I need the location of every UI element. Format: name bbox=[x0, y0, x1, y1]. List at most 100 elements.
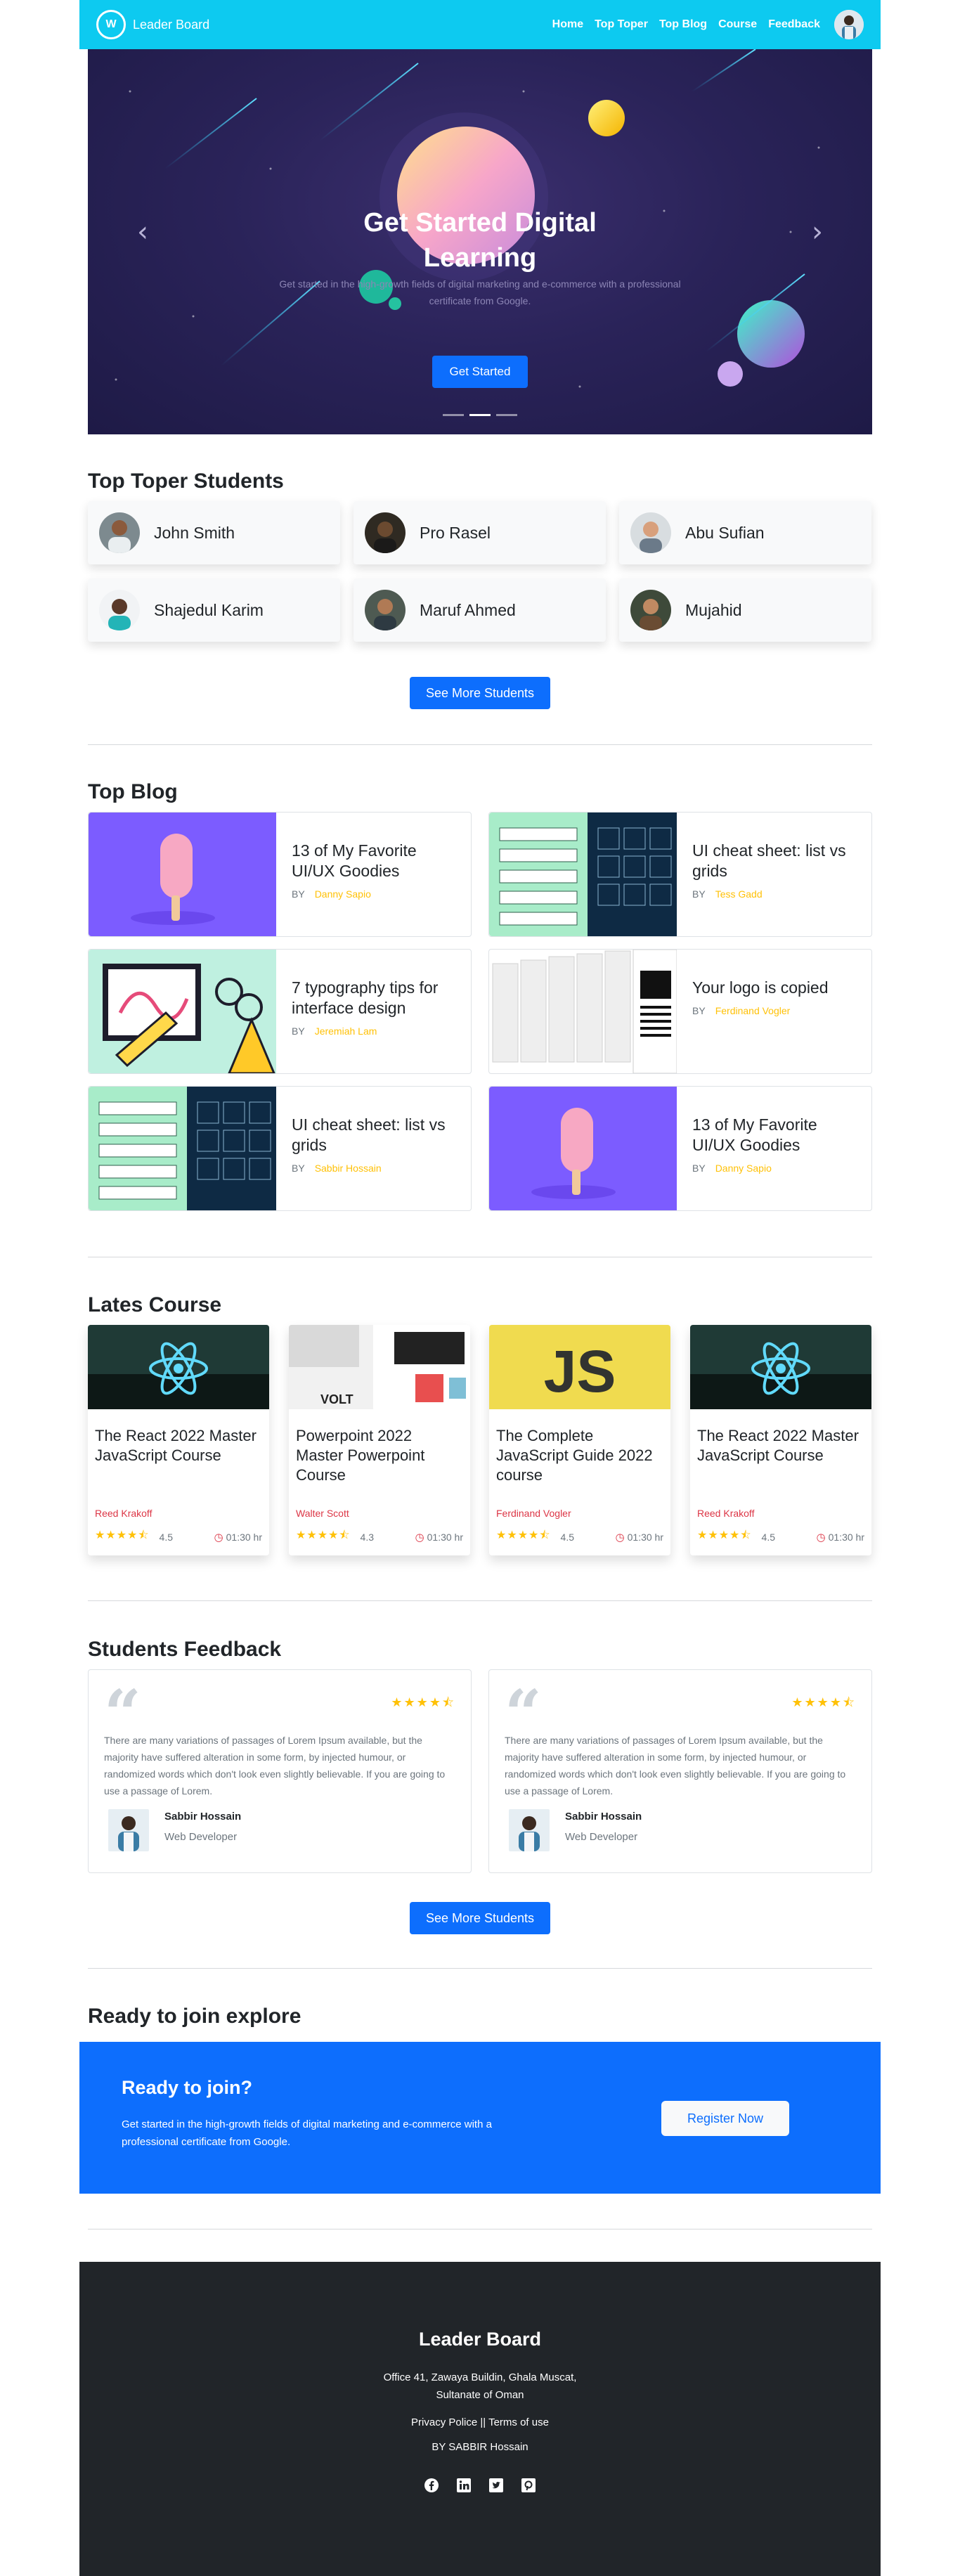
student-avatar bbox=[99, 512, 140, 553]
blog-author[interactable]: Danny Sapio bbox=[315, 888, 371, 900]
nav-link-home[interactable]: Home bbox=[552, 18, 583, 31]
course-author: Reed Krakoff bbox=[697, 1508, 755, 1519]
list-grid-image bbox=[489, 813, 677, 936]
student-card[interactable]: Shajedul Karim bbox=[88, 578, 340, 642]
blog-author[interactable]: Ferdinand Vogler bbox=[715, 1005, 791, 1016]
carousel-indicator-3[interactable] bbox=[496, 414, 517, 416]
typography-image bbox=[89, 950, 276, 1073]
student-card[interactable]: Mujahid bbox=[619, 578, 871, 642]
rating-stars-icon: ★★★★⯪ bbox=[296, 1528, 351, 1541]
blog-card[interactable]: UI cheat sheet: list vs grids BY Tess Gad… bbox=[488, 812, 872, 937]
by-label: BY bbox=[692, 1163, 706, 1174]
footer: Leader Board Office 41, Zawaya Buildin, … bbox=[79, 2262, 881, 2576]
blog-title[interactable]: Your logo is copied bbox=[692, 978, 847, 998]
course-card[interactable]: VOLT Powerpoint 2022 Master Powerpoint C… bbox=[289, 1325, 470, 1555]
rating-stars-icon: ★★★★⯪ bbox=[95, 1528, 150, 1541]
reviewer-role: Web Developer bbox=[565, 1831, 638, 1843]
nav-link-top-toper[interactable]: Top Toper bbox=[595, 18, 648, 31]
blog-card[interactable]: UI cheat sheet: list vs grids BY Sabbir H… bbox=[88, 1086, 472, 1211]
register-now-button[interactable]: Register Now bbox=[661, 2101, 789, 2136]
footer-links[interactable]: Privacy Police || Terms of use bbox=[79, 2416, 881, 2428]
carousel-indicator-2[interactable] bbox=[469, 414, 491, 416]
section-divider bbox=[88, 744, 872, 745]
join-text: Get started in the high-growth fields of… bbox=[122, 2118, 492, 2148]
carousel-indicator-1[interactable] bbox=[443, 414, 464, 416]
course-rating: 4.5 bbox=[159, 1531, 173, 1543]
user-avatar[interactable] bbox=[834, 10, 864, 39]
student-card[interactable]: Pro Rasel bbox=[353, 501, 606, 564]
get-started-button[interactable]: Get Started bbox=[432, 356, 528, 388]
section-divider bbox=[88, 1968, 872, 1969]
reviewer-avatar bbox=[108, 1809, 149, 1851]
powerpoint-image-text: VOLT bbox=[320, 1392, 353, 1406]
student-card[interactable]: John Smith bbox=[88, 501, 340, 564]
javascript-image: JS bbox=[489, 1325, 670, 1409]
brand-link[interactable]: W Leader Board bbox=[96, 10, 209, 39]
blog-card[interactable]: 7 typography tips for interface design B… bbox=[88, 949, 472, 1074]
course-author: Walter Scott bbox=[296, 1508, 349, 1519]
student-name: Maruf Ahmed bbox=[420, 600, 516, 619]
course-title[interactable]: The React 2022 Master JavaScript Course bbox=[88, 1409, 269, 1508]
clock-icon: ◷ bbox=[415, 1530, 424, 1543]
course-title[interactable]: The React 2022 Master JavaScript Course bbox=[690, 1409, 871, 1508]
student-name: Shajedul Karim bbox=[154, 600, 264, 619]
blog-card[interactable]: 13 of My Favorite UI/UX Goodies BY Danny … bbox=[488, 1086, 872, 1211]
blog-title[interactable]: 13 of My Favorite UI/UX Goodies bbox=[292, 841, 446, 881]
student-avatar bbox=[630, 512, 671, 553]
pinterest-icon[interactable] bbox=[520, 2477, 537, 2494]
student-avatar bbox=[99, 590, 140, 630]
linkedin-icon[interactable] bbox=[455, 2477, 472, 2494]
nav-link-top-blog[interactable]: Top Blog bbox=[659, 18, 707, 31]
course-card[interactable]: The React 2022 Master JavaScript Course … bbox=[88, 1325, 269, 1555]
course-rating: 4.3 bbox=[360, 1531, 374, 1543]
student-avatar bbox=[630, 590, 671, 630]
nav-link-course[interactable]: Course bbox=[718, 18, 757, 31]
facebook-icon[interactable] bbox=[423, 2477, 440, 2494]
carousel-prev-icon[interactable]: ‹ bbox=[137, 218, 148, 246]
course-title[interactable]: Powerpoint 2022 Master Powerpoint Course bbox=[289, 1409, 470, 1508]
course-author: Ferdinand Vogler bbox=[496, 1508, 571, 1519]
hero-text: Get started in the high-growth fields of… bbox=[279, 278, 681, 306]
course-card[interactable]: The React 2022 Master JavaScript Course … bbox=[690, 1325, 871, 1555]
blog-title[interactable]: UI cheat sheet: list vs grids bbox=[692, 841, 847, 881]
see-more-students-button[interactable]: See More Students bbox=[410, 677, 550, 709]
clock-icon: ◷ bbox=[214, 1530, 223, 1543]
carousel-indicators bbox=[88, 414, 872, 416]
student-avatar bbox=[365, 512, 406, 553]
blog-author[interactable]: Jeremiah Lam bbox=[315, 1025, 377, 1037]
blog-card[interactable]: 13 of My Favorite UI/UX Goodies BY Danny … bbox=[88, 812, 472, 937]
blog-byline: BY Danny Sapio bbox=[292, 888, 446, 900]
nav-link-feedback[interactable]: Feedback bbox=[768, 18, 820, 31]
social-links bbox=[79, 2477, 881, 2494]
by-label: BY bbox=[292, 1163, 305, 1174]
student-avatar bbox=[365, 590, 406, 630]
course-duration: 01:30 hr bbox=[226, 1531, 262, 1543]
blog-byline: BY Jeremiah Lam bbox=[292, 1025, 446, 1037]
feedback-text: There are many variations of passages of… bbox=[505, 1735, 846, 1797]
section-divider bbox=[88, 1600, 872, 1601]
blog-title[interactable]: 7 typography tips for interface design bbox=[292, 978, 446, 1018]
course-section-title: Lates Course bbox=[88, 1293, 222, 1316]
twitter-icon[interactable] bbox=[488, 2477, 505, 2494]
blog-author[interactable]: Tess Gadd bbox=[715, 888, 763, 900]
reviewer-role: Web Developer bbox=[164, 1831, 238, 1843]
course-card[interactable]: JS The Complete JavaScript Guide 2022 co… bbox=[489, 1325, 670, 1555]
blog-card[interactable]: Your logo is copied BY Ferdinand Vogler bbox=[488, 949, 872, 1074]
carousel-next-icon[interactable]: › bbox=[812, 218, 823, 246]
blog-author[interactable]: Danny Sapio bbox=[715, 1163, 772, 1174]
see-more-feedback-button[interactable]: See More Students bbox=[410, 1902, 550, 1934]
blog-byline: BY Ferdinand Vogler bbox=[692, 1005, 847, 1016]
list-grid-image bbox=[89, 1087, 276, 1210]
course-title[interactable]: The Complete JavaScript Guide 2022 cours… bbox=[489, 1409, 670, 1508]
student-card[interactable]: Maruf Ahmed bbox=[353, 578, 606, 642]
blog-title[interactable]: 13 of My Favorite UI/UX Goodies bbox=[692, 1115, 847, 1156]
popsicle-image bbox=[89, 813, 276, 936]
react-image bbox=[88, 1325, 269, 1409]
by-label: BY bbox=[692, 888, 706, 900]
feedback-text: There are many variations of passages of… bbox=[104, 1735, 446, 1797]
clock-icon: ◷ bbox=[816, 1530, 826, 1543]
student-card[interactable]: Abu Sufian bbox=[619, 501, 871, 564]
course-author: Reed Krakoff bbox=[95, 1508, 153, 1519]
blog-author[interactable]: Sabbir Hossain bbox=[315, 1163, 382, 1174]
blog-title[interactable]: UI cheat sheet: list vs grids bbox=[292, 1115, 446, 1156]
